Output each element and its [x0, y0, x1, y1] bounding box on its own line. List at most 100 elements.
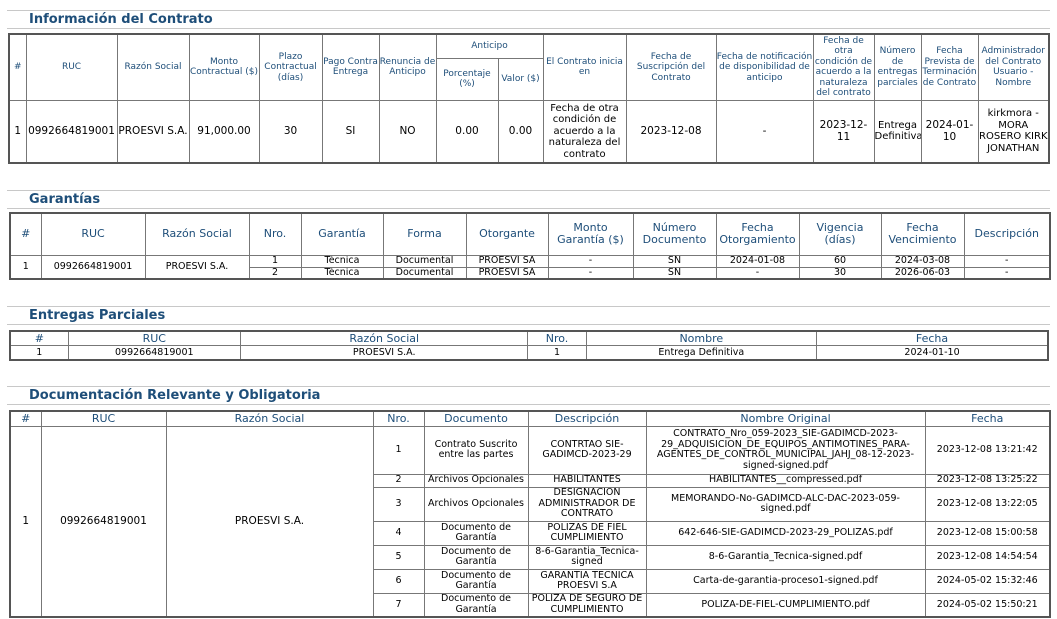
cell-razon-social: PROESVI S.A. — [144, 254, 250, 280]
col-ruc: RUC — [40, 410, 167, 427]
cell-valor: 0.00 — [497, 99, 544, 164]
cell-nombre-original: 642-646-SIE-GADIMCD-2023-29_POLIZAS.pdf — [645, 520, 926, 546]
col-valor: Valor ($) — [497, 57, 544, 101]
cell-otra-condicion: 2023-12-11 — [812, 99, 875, 164]
section-title-garantias: Garantías — [29, 192, 101, 207]
cell-administrador: kirkmora - MORA ROSERO KIRK JONATHAN — [977, 99, 1050, 164]
col-notificacion: Fecha de notificación de disponibilidad … — [715, 33, 814, 101]
cell-documento: Documento de Garantía — [423, 592, 529, 618]
cell-nro: 6 — [372, 568, 425, 594]
col-anticipo: Anticipo — [435, 33, 544, 59]
cell-nombre-original: MEMORANDO-No-GADIMCD-ALC-DAC-2023-059-si… — [645, 486, 926, 522]
col-razon-social: Razón Social — [116, 33, 190, 101]
cell-nombre-original: POLIZA-DE-FIEL-CUMPLIMIENTO.pdf — [645, 592, 926, 618]
col-entregas: Número de entregas parciales — [873, 33, 922, 101]
cell-nro: 1 — [527, 345, 587, 360]
cell-nombre: Entrega Definitiva — [585, 345, 818, 360]
cell-plazo: 30 — [258, 99, 323, 164]
cell-descripcion: - — [963, 266, 1051, 280]
table-row: 1 0992664819001 PROESVI S.A. 1 Contrato … — [9, 425, 1051, 618]
cell-nro: 1 — [248, 254, 302, 268]
cell-descripcion: CONTRTAO SIE-GADIMCD-2023-29 — [527, 425, 647, 475]
cell-documento: Documento de Garantía — [423, 520, 529, 546]
guarantees-table: # RUC Razón Social Nro. Garantía Forma O… — [9, 212, 1051, 280]
col-nro: Nro. — [372, 410, 425, 427]
documentation-table: # RUC Razón Social Nro. Documento Descri… — [9, 410, 1051, 618]
cell-forma: Documental — [382, 254, 467, 268]
col-porcentaje: Porcentaje (%) — [435, 57, 499, 101]
cell-descripcion: - — [963, 254, 1051, 268]
col-ruc: RUC — [40, 212, 146, 256]
cell-nombre-original: HABILITANTES__compressed.pdf — [645, 473, 926, 488]
cell-fecha: 2023-12-08 14:54:54 — [924, 544, 1051, 570]
col-nombre: Nombre — [585, 330, 818, 346]
cell-ruc: 0992664819001 — [67, 345, 241, 360]
cell-fecha: 2024-01-10 — [816, 345, 1049, 360]
cell-descripcion: POLIZA DE SEGURO DE CUMPLIMIENTO — [527, 592, 647, 618]
col-descripcion: Descripción — [527, 410, 647, 427]
cell-razon-social: PROESVI S.A. — [239, 345, 529, 360]
cell-nombre-original: 8-6-Garantia_Tecnica-signed.pdf — [645, 544, 926, 570]
col-nro: Nro. — [248, 212, 302, 256]
cell-ruc: 0992664819001 — [40, 254, 146, 280]
cell-fecha: 2023-12-08 13:25:22 — [924, 473, 1051, 488]
col-razon-social: Razón Social — [165, 410, 374, 427]
col-monto: Monto Contractual ($) — [188, 33, 260, 101]
col-nro: Nro. — [527, 330, 587, 346]
cell-renuncia: NO — [378, 99, 437, 164]
col-ruc: RUC — [25, 33, 118, 101]
cell-nombre-original: Carta-de-garantia-proceso1-signed.pdf — [645, 568, 926, 594]
cell-nro: 2 — [372, 473, 425, 488]
section-header-contrato: Información del Contrato — [7, 10, 1050, 29]
table-row: 1 0992664819001 PROESVI S.A. 91,000.00 3… — [8, 99, 1050, 164]
section-header-entregas: Entregas Parciales — [7, 306, 1050, 325]
cell-fecha: 2023-12-08 15:00:58 — [924, 520, 1051, 546]
cell-documento: Documento de Garantía — [423, 568, 529, 594]
cell-otorgamiento: 2024-01-08 — [715, 254, 800, 268]
cell-monto: - — [547, 266, 634, 280]
cell-nro: 4 — [372, 520, 425, 546]
cell-razon-social: PROESVI S.A. — [165, 425, 374, 618]
col-plazo: Plazo Contractual (días) — [258, 33, 323, 101]
cell-documento: Contrato Suscrito entre las partes — [423, 425, 529, 475]
col-razon-social: Razón Social — [239, 330, 529, 346]
cell-vigencia: 60 — [798, 254, 882, 268]
cell-fecha: 2023-12-08 13:22:05 — [924, 486, 1051, 522]
col-vencimiento: Fecha Vencimiento — [880, 212, 965, 256]
col-garantia: Garantía — [300, 212, 384, 256]
col-otorgamiento: Fecha Otorgamiento — [715, 212, 800, 256]
cell-fecha: 2024-05-02 15:32:46 — [924, 568, 1051, 594]
cell-num: 1 — [9, 345, 69, 360]
partial-deliveries-table: # RUC Razón Social Nro. Nombre Fecha 1 0… — [9, 330, 1049, 361]
section-title-contrato: Información del Contrato — [29, 12, 213, 27]
col-num: # — [9, 212, 42, 256]
cell-num: 1 — [9, 425, 42, 618]
cell-notificacion: - — [715, 99, 814, 164]
cell-descripcion: DESIGNACIÓN ADMINISTRADOR DE CONTRATO — [527, 486, 647, 522]
section-title-entregas: Entregas Parciales — [29, 308, 166, 323]
cell-num: 1 — [9, 254, 42, 280]
col-fecha: Fecha — [816, 330, 1049, 346]
cell-fecha: 2023-12-08 13:21:42 — [924, 425, 1051, 475]
cell-vigencia: 30 — [798, 266, 882, 280]
col-num: # — [8, 33, 27, 101]
col-documento: Número Documento — [632, 212, 717, 256]
contract-info-table: # RUC Razón Social Monto Contractual ($)… — [8, 33, 1050, 164]
cell-garantia: Técnica — [300, 254, 384, 268]
col-vigencia: Vigencia (días) — [798, 212, 882, 256]
col-ruc: RUC — [67, 330, 241, 346]
section-header-documentacion: Documentación Relevante y Obligatoria — [7, 386, 1050, 405]
col-pago: Pago Contra Entrega — [321, 33, 380, 101]
cell-descripcion: GARANTIA TECNICA PROESVI S.A — [527, 568, 647, 594]
cell-documento: Archivos Opcionales — [423, 486, 529, 522]
col-inicia: El Contrato inicia en — [542, 33, 627, 101]
col-nombre-original: Nombre Original — [645, 410, 926, 427]
cell-descripcion: 8-6-Garantia_Tecnica-signed — [527, 544, 647, 570]
cell-ruc: 0992664819001 — [40, 425, 167, 618]
cell-monto: 91,000.00 — [188, 99, 260, 164]
col-forma: Forma — [382, 212, 467, 256]
cell-pago: SI — [321, 99, 380, 164]
cell-otorgante: PROESVI SA — [465, 266, 549, 280]
cell-nro: 7 — [372, 592, 425, 618]
col-razon-social: Razón Social — [144, 212, 250, 256]
